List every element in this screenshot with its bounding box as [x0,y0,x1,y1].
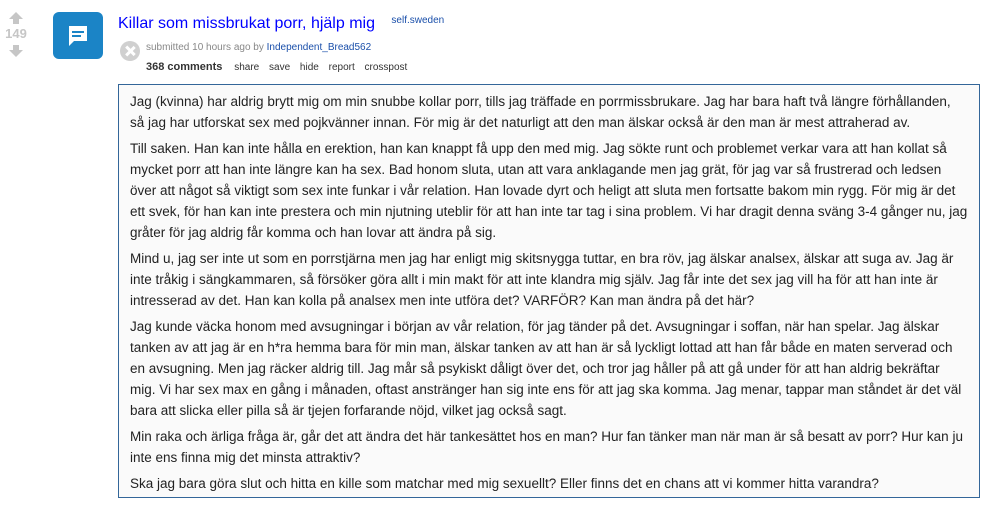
post-domain-link[interactable]: self.sweden [391,15,444,26]
chat-bubble-icon [69,26,87,46]
post-selftext: Jag (kvinna) har aldrig brytt mig om min… [118,84,980,498]
post-actions: 368 comments share save hide report cros… [146,61,414,73]
upvote-arrow-icon[interactable] [9,12,23,24]
share-button[interactable]: share [234,62,259,73]
title-row: Killar som missbrukat porr, hjälp mig se… [118,15,444,33]
selftext-paragraph: Till saken. Han kan inte hålla en erekti… [130,141,968,240]
post-title-link[interactable]: Killar som missbrukat porr, hjälp mig [118,15,375,32]
selftext-paragraph: Min raka och ärliga fråga är, går det at… [130,429,963,465]
report-button[interactable]: report [329,62,355,73]
post-tagline: submitted 10 hours ago by Independent_Br… [146,42,371,53]
selftext-paragraph: Jag kunde väcka honom med avsugningar i … [130,319,962,418]
hide-button[interactable]: hide [300,62,319,73]
selftext-paragraph: Ska jag bara göra slut och hitta en kill… [130,476,879,491]
close-icon[interactable] [120,41,140,61]
vote-column: 149 [4,10,28,57]
author-link[interactable]: Independent_Bread562 [267,42,372,53]
selftext-paragraph: Mind u, jag ser inte ut som en porrstjär… [130,251,954,308]
selftext-paragraph: Jag (kvinna) har aldrig brytt mig om min… [130,94,951,130]
post-score: 149 [5,26,27,41]
downvote-arrow-icon[interactable] [9,45,23,57]
crosspost-button[interactable]: crosspost [365,62,408,73]
save-button[interactable]: save [269,62,290,73]
tagline-submitted-text: submitted 10 hours ago by [146,42,267,53]
self-post-thumbnail[interactable] [53,12,103,59]
comments-link[interactable]: 368 comments [146,61,222,73]
